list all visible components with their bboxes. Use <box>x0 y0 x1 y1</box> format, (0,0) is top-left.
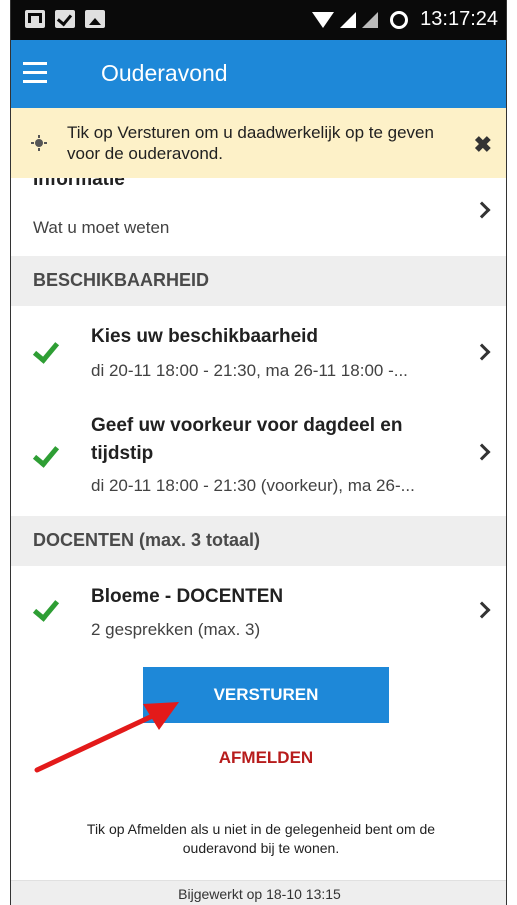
close-icon[interactable]: ✖ <box>474 132 492 158</box>
chevron-right-icon <box>473 201 491 219</box>
chevron-right-icon <box>473 601 491 619</box>
chevron-right-icon <box>473 343 491 361</box>
last-updated: Bijgewerkt op 18-10 13:15 <box>11 880 506 905</box>
task-done-icon <box>55 10 75 28</box>
section-title: DOCENTEN (max. 3 totaal) <box>33 530 261 550</box>
section-title: BESCHIKBAARHEID <box>33 270 210 290</box>
list-item-availability[interactable]: Kies uw beschikbaarheid di 20-11 18:00 -… <box>11 306 506 394</box>
list-item-title: Bloeme - DOCENTEN <box>91 586 284 607</box>
list-item-subtitle: 2 gesprekken (max. 3) <box>91 620 261 639</box>
section-header-teachers: DOCENTEN (max. 3 totaal) <box>11 516 506 566</box>
list-item-info[interactable]: Informatie Wat u moet weten <box>11 178 506 254</box>
check-icon <box>32 594 60 622</box>
lightbulb-icon <box>31 135 47 151</box>
hint-text: Tik op Afmelden als u niet in de gelegen… <box>86 821 436 856</box>
menu-icon[interactable] <box>23 62 51 86</box>
signal-icon <box>340 11 357 28</box>
check-icon <box>32 336 60 364</box>
list-item-title: Informatie <box>33 178 125 190</box>
signal-secondary-icon <box>362 11 379 28</box>
list-item-subtitle: Wat u moet weten <box>33 218 170 237</box>
list-item-subtitle: di 20-11 18:00 - 21:30, ma 26-11 18:00 -… <box>91 361 408 380</box>
banner-text: Tik op Versturen om u daadwerkelijk op t… <box>67 123 434 163</box>
image-icon <box>85 10 105 28</box>
clock: 13:17:24 <box>420 8 498 30</box>
list-item-preference[interactable]: Geef uw voorkeur voor dagdeel en tijdsti… <box>11 394 506 514</box>
app-screen: 13:17:24 Ouderavond Tik op Versturen om … <box>10 0 507 905</box>
battery-icon <box>390 10 409 29</box>
page-title: Ouderavond <box>101 60 228 86</box>
status-bar: 13:17:24 <box>11 0 506 40</box>
gmail-icon <box>25 10 45 28</box>
list-item-title: Geef uw voorkeur voor dagdeel en tijdsti… <box>91 415 403 464</box>
list-item-subtitle: di 20-11 18:00 - 21:30 (voorkeur), ma 26… <box>91 476 415 495</box>
list-item-title: Kies uw beschikbaarheid <box>91 326 319 347</box>
check-icon <box>32 440 60 468</box>
section-header-availability: BESCHIKBAARHEID <box>11 256 506 306</box>
app-bar: Ouderavond <box>11 40 506 108</box>
red-arrow-annotation <box>34 702 179 773</box>
wifi-icon <box>312 11 335 28</box>
info-banner: Tik op Versturen om u daadwerkelijk op t… <box>11 108 506 178</box>
list-item-teacher[interactable]: Bloeme - DOCENTEN 2 gesprekken (max. 3) <box>11 566 506 654</box>
chevron-right-icon <box>473 443 491 461</box>
